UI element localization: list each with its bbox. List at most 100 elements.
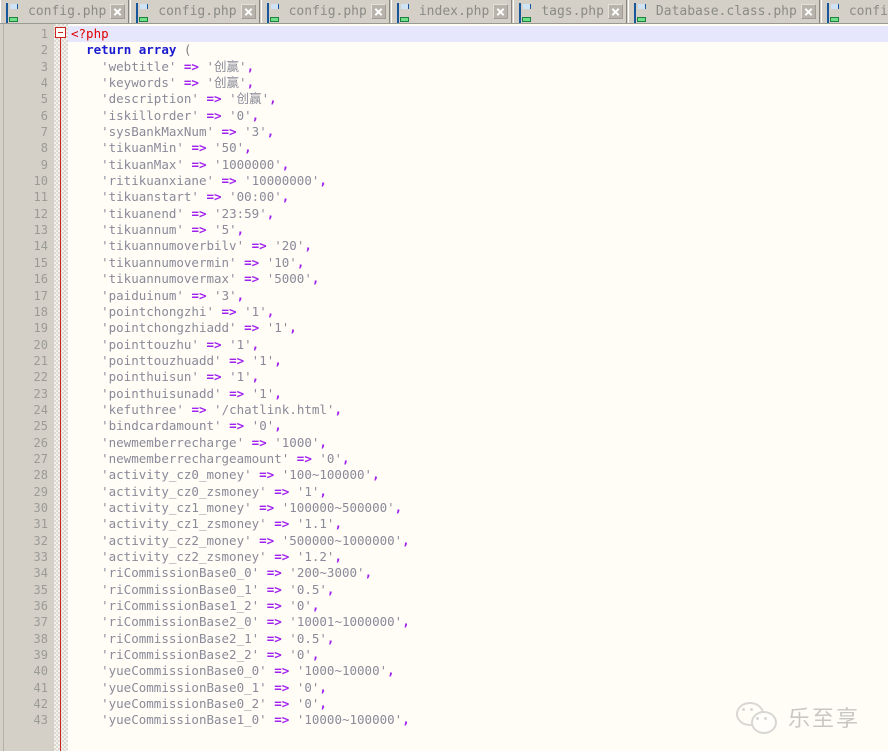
code-line[interactable]: 'newmemberrecharge' => '1000', <box>68 435 888 451</box>
code-line[interactable]: 'riCommissionBase0_1' => '0.5', <box>68 582 888 598</box>
code-line[interactable]: <?php <box>68 26 888 43</box>
array-key: 'keywords' <box>101 75 177 91</box>
code-line[interactable]: 'pointhuisunadd' => '1', <box>68 386 888 402</box>
editor-tab[interactable]: config.php <box>130 0 260 23</box>
code-line[interactable]: 'sysBankMaxNum' => '3', <box>68 124 888 140</box>
line-number: 3 <box>40 59 48 74</box>
code-line[interactable]: 'description' => '创赢', <box>68 91 888 107</box>
code-line[interactable]: 'kefuthree' => '/chatlink.html', <box>68 402 888 418</box>
arrow-operator: => <box>221 173 237 189</box>
code-line[interactable]: 'riCommissionBase0_0' => '200~3000', <box>68 565 888 581</box>
arrow-operator: => <box>296 450 312 466</box>
code-line[interactable]: 'tikuanstart' => '00:00', <box>68 189 888 205</box>
editor-tab[interactable]: Database.class.php <box>627 0 820 23</box>
line-number: 13 <box>33 223 48 238</box>
code-line[interactable]: 'activity_cz0_money' => '100~100000', <box>68 467 888 483</box>
comma: , <box>266 124 275 140</box>
code-line[interactable]: 'riCommissionBase2_1' => '0.5', <box>68 631 888 647</box>
code-line[interactable]: 'activity_cz2_money' => '500000~1000000'… <box>68 533 888 549</box>
code-line[interactable]: return array ( <box>68 42 888 58</box>
close-icon[interactable] <box>800 4 816 19</box>
code-line[interactable]: 'tikuanMin' => '50', <box>68 140 888 156</box>
line-number: 28 <box>33 468 48 483</box>
array-key: 'yueCommissionBase0_0' <box>101 663 267 679</box>
code-line[interactable]: 'bindcardamount' => '0', <box>68 418 888 434</box>
code-line[interactable]: 'webtitle' => '创赢', <box>68 59 888 75</box>
code-line[interactable]: 'yueCommissionBase1_0' => '10000~100000'… <box>68 712 888 728</box>
line-number: 14 <box>33 239 48 254</box>
code-line[interactable]: 'pointhuisun' => '1', <box>68 369 888 385</box>
arrow-operator: => <box>191 287 207 303</box>
line-number: 1 <box>40 27 48 41</box>
code-line[interactable]: 'riCommissionBase2_0' => '10001~1000000'… <box>68 614 888 630</box>
code-line[interactable]: 'keywords' => '创赢', <box>68 75 888 91</box>
comma: , <box>311 598 320 614</box>
code-line[interactable]: 'tikuanend' => '23:59', <box>68 206 888 222</box>
editor-tab[interactable]: index.php <box>390 0 513 23</box>
editor-tab[interactable]: config.php <box>260 0 390 23</box>
code-line[interactable]: 'iskillorder' => '0', <box>68 108 888 124</box>
code-line[interactable]: 'pointchongzhiadd' => '1', <box>68 320 888 336</box>
code-line[interactable]: 'tikuannum' => '5', <box>68 222 888 238</box>
array-value: 创赢 <box>214 75 240 91</box>
code-line[interactable]: 'yueCommissionBase0_2' => '0', <box>68 696 888 712</box>
close-icon[interactable] <box>370 4 386 19</box>
close-icon[interactable] <box>240 4 256 19</box>
arrow-operator: => <box>229 385 245 401</box>
array-value: 1 <box>236 369 245 385</box>
array-key: 'paiduinum' <box>101 287 184 303</box>
code-line[interactable]: 'riCommissionBase1_2' => '0', <box>68 598 888 614</box>
code-line[interactable]: 'pointchongzhi' => '1', <box>68 304 888 320</box>
quote: ' <box>214 287 222 303</box>
code-editor: 1 2 3 4 5 6 7 8 9 10 11 12 13 14 15 16 17 18 19 20 21 22 23 24 2… <box>0 24 888 751</box>
array-key: 'tikuanMax' <box>101 156 184 172</box>
array-value: 100~100000 <box>289 467 365 483</box>
comma: , <box>311 647 320 663</box>
code-line[interactable]: 'pointtouzhuadd' => '1', <box>68 353 888 369</box>
line-number: 41 <box>33 680 48 695</box>
close-icon[interactable] <box>110 4 126 19</box>
array-value: 创赢 <box>236 91 262 107</box>
array-value: 1 <box>274 320 282 336</box>
arrow-operator: => <box>206 189 222 205</box>
line-number: 27 <box>33 451 48 466</box>
code-line[interactable]: 'activity_cz0_zsmoney' => '1', <box>68 484 888 500</box>
array-key: 'tikuannum' <box>101 222 184 238</box>
code-line[interactable]: 'yueCommissionBase0_1' => '0', <box>68 680 888 696</box>
code-line[interactable]: 'tikuannumovermin' => '10', <box>68 255 888 271</box>
editor-tab[interactable]: config.php <box>0 0 130 23</box>
code-line[interactable]: 'activity_cz2_zsmoney' => '1.2', <box>68 549 888 565</box>
code-line[interactable]: 'paiduinum' => '3', <box>68 288 888 304</box>
code-line[interactable]: 'tikuannumoverbilv' => '20', <box>68 238 888 254</box>
code-text-area[interactable]: <?php return array ( 'webtitle' => '创赢',… <box>68 24 888 751</box>
line-number: 37 <box>33 615 48 630</box>
code-line[interactable]: 'yueCommissionBase0_0' => '1000~10000', <box>68 663 888 679</box>
line-number: 39 <box>33 648 48 663</box>
close-icon[interactable] <box>607 4 623 19</box>
code-folding-column[interactable] <box>54 24 68 751</box>
arrow-operator: => <box>191 205 207 221</box>
comma: , <box>402 532 410 548</box>
array-value: 1 <box>304 483 312 499</box>
quote: ' <box>244 303 252 319</box>
code-line[interactable]: 'activity_cz1_zsmoney' => '1.1', <box>68 516 888 532</box>
close-icon[interactable] <box>493 4 509 19</box>
code-line[interactable]: 'ritikuanxiane' => '10000000', <box>68 173 888 189</box>
comma: , <box>334 549 342 564</box>
quote: ' <box>239 75 247 91</box>
collapse-minus-icon[interactable] <box>55 27 66 38</box>
quote: ' <box>244 107 252 123</box>
code-line[interactable]: 'pointtouzhu' => '1', <box>68 337 888 353</box>
code-line[interactable]: 'tikuanMax' => '1000000', <box>68 157 888 173</box>
array-value: 23:59 <box>221 205 260 221</box>
code-line[interactable]: 'tikuannumovermax' => '5000', <box>68 271 888 287</box>
code-line[interactable]: 'activity_cz1_money' => '100000~500000', <box>68 500 888 516</box>
editor-tab[interactable]: config <box>820 0 888 23</box>
array-value: 10 <box>274 254 290 270</box>
code-line[interactable]: 'riCommissionBase2_2' => '0', <box>68 647 888 663</box>
array-value: 50 <box>221 140 237 156</box>
code-line[interactable]: 'newmemberrechargeamount' => '0', <box>68 451 888 467</box>
editor-tab[interactable]: tags.php <box>513 0 627 23</box>
quote: ' <box>229 336 237 352</box>
quote: ' <box>289 614 297 630</box>
